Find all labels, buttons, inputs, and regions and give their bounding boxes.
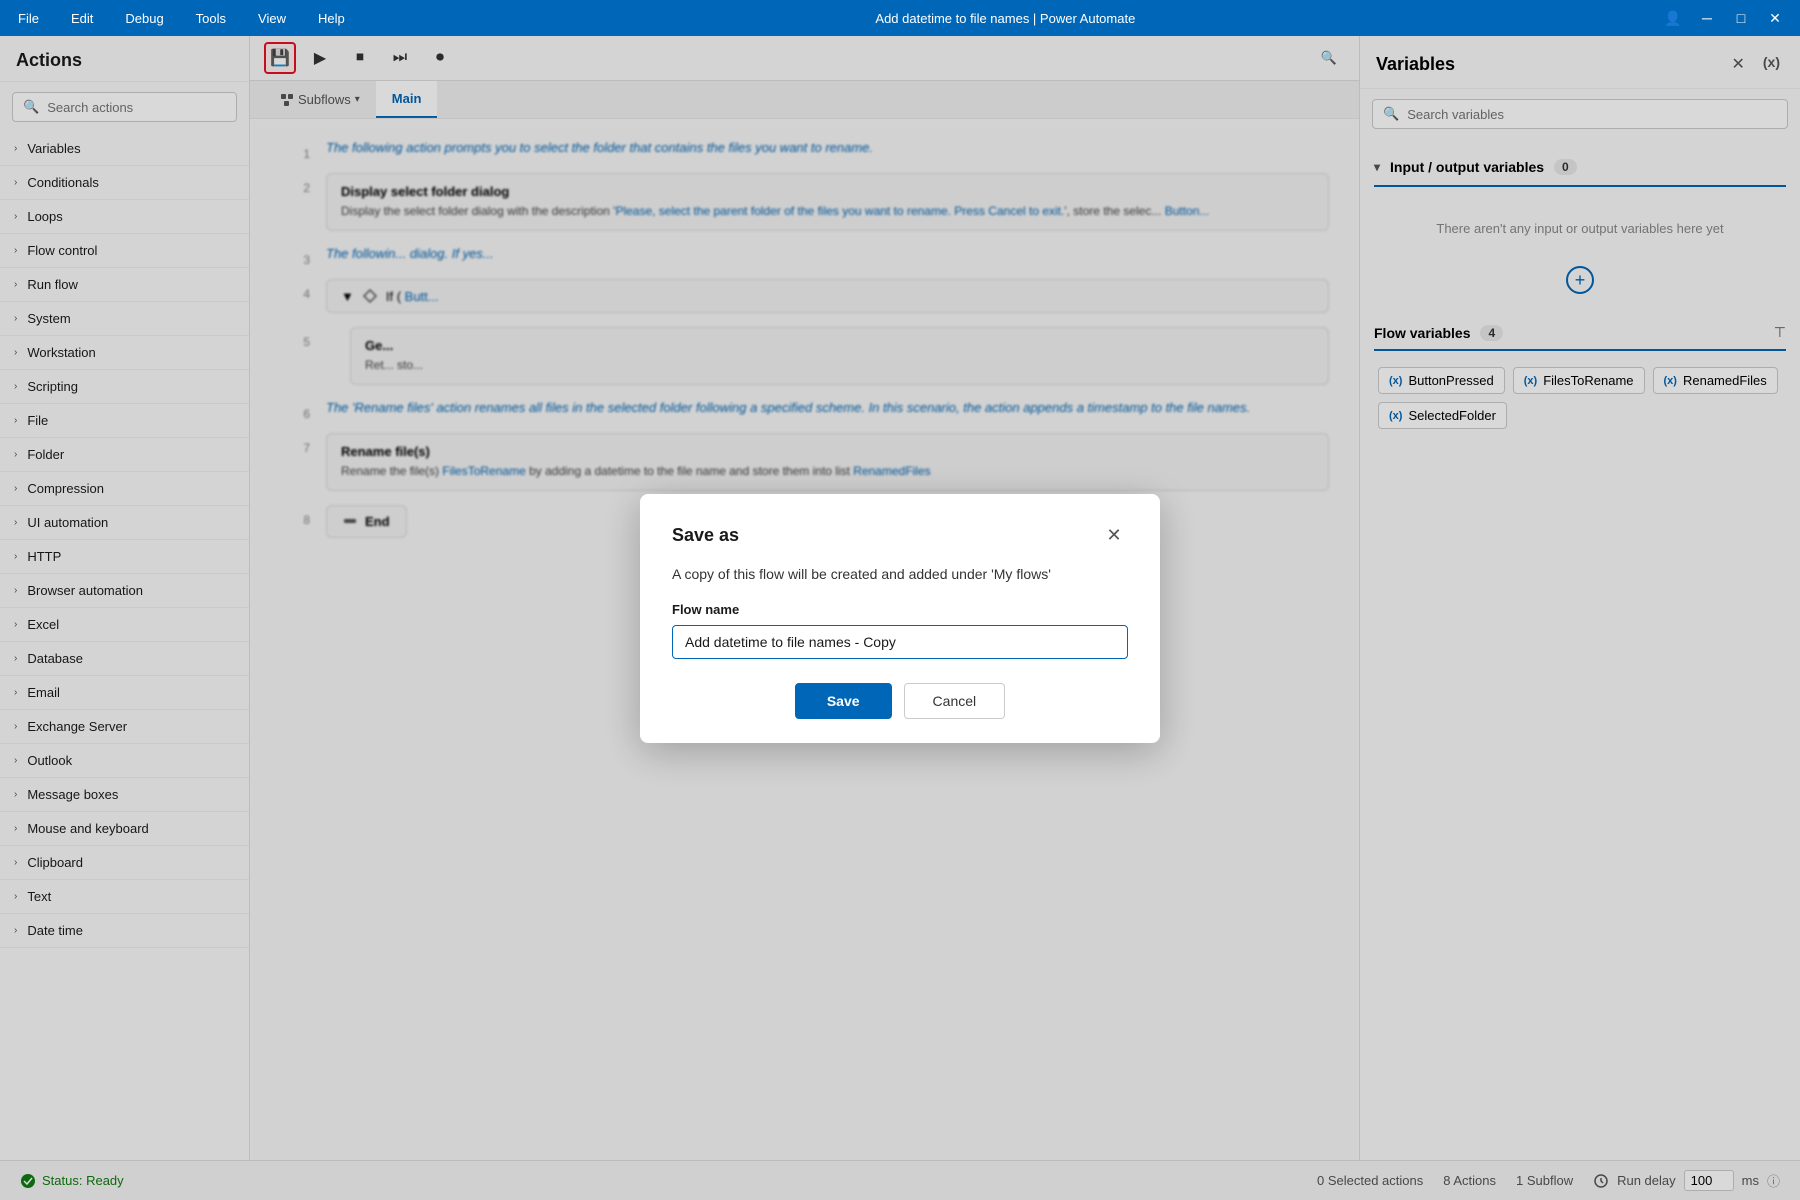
maximize-button[interactable]: □	[1728, 5, 1754, 31]
window-title: Add datetime to file names | Power Autom…	[875, 11, 1135, 26]
title-bar: File Edit Debug Tools View Help Add date…	[0, 0, 1800, 36]
dialog-description: A copy of this flow will be created and …	[672, 566, 1128, 582]
minimize-button[interactable]: ─	[1694, 5, 1720, 31]
user-icon[interactable]: 👤	[1660, 5, 1686, 31]
dialog-close-button[interactable]: ✕	[1100, 522, 1128, 550]
menu-tools[interactable]: Tools	[190, 7, 232, 30]
dialog-actions: Save Cancel	[672, 683, 1128, 719]
menu-view[interactable]: View	[252, 7, 292, 30]
dialog-cancel-button[interactable]: Cancel	[904, 683, 1006, 719]
menu-edit[interactable]: Edit	[65, 7, 99, 30]
window-controls: 👤 ─ □ ✕	[1660, 5, 1788, 31]
dialog-header: Save as ✕	[672, 522, 1128, 550]
modal-overlay: Save as ✕ A copy of this flow will be cr…	[0, 36, 1800, 1200]
close-button[interactable]: ✕	[1762, 5, 1788, 31]
flow-name-input[interactable]	[672, 625, 1128, 659]
menu-debug[interactable]: Debug	[119, 7, 169, 30]
menu-bar: File Edit Debug Tools View Help	[12, 7, 351, 30]
dialog-title: Save as	[672, 525, 739, 546]
menu-help[interactable]: Help	[312, 7, 351, 30]
menu-file[interactable]: File	[12, 7, 45, 30]
dialog-save-button[interactable]: Save	[795, 683, 892, 719]
save-as-dialog: Save as ✕ A copy of this flow will be cr…	[640, 494, 1160, 743]
flow-name-label: Flow name	[672, 602, 1128, 617]
